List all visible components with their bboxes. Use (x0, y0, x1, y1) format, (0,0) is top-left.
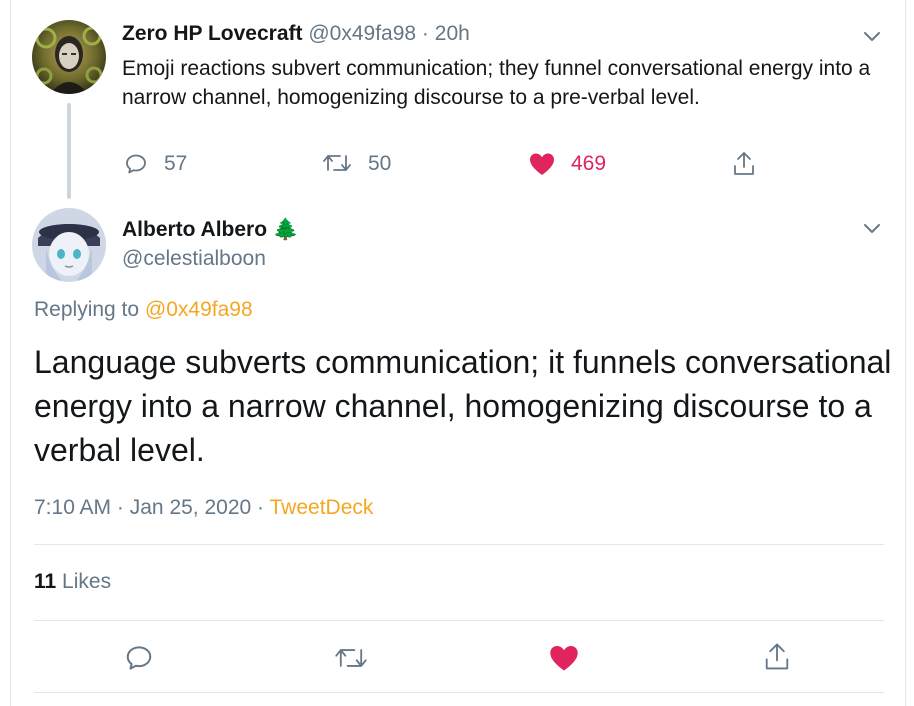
share-icon (734, 152, 754, 175)
retweet-count: 50 (368, 152, 392, 175)
chevron-down-icon[interactable] (862, 218, 882, 238)
share-button[interactable] (762, 641, 792, 673)
tree-emoji: 🌲 (272, 218, 300, 241)
likes-summary[interactable]: 11 Likes (34, 568, 111, 596)
like-button[interactable] (548, 643, 580, 673)
replying-to: Replying to @0x49fa98 (34, 296, 253, 324)
parent-handle[interactable]: @0x49fa98 (308, 22, 416, 45)
reply-icon (126, 154, 146, 174)
frame-border-left (10, 0, 11, 706)
heart-icon (530, 153, 554, 175)
parent-tweet-header: Zero HP Lovecraft @0x49fa98 · 20h (122, 20, 470, 48)
heart-icon (550, 646, 578, 671)
avatar-zero-hp-lovecraft[interactable] (32, 20, 106, 94)
tweet-time[interactable]: 7:10 AM (34, 496, 111, 519)
like-count: 469 (571, 152, 607, 175)
main-display-name-row[interactable]: Alberto Albero 🌲 (122, 216, 299, 244)
parent-time-ago[interactable]: 20h (435, 22, 470, 45)
chevron-down-icon[interactable] (862, 26, 882, 46)
parent-tweet-text: Emoji reactions subvert communication; t… (122, 57, 871, 109)
reply-icon (126, 646, 152, 670)
avatar-alberto-albero[interactable] (32, 208, 106, 282)
share-button[interactable] (731, 150, 757, 178)
tweet-source-link[interactable]: TweetDeck (270, 496, 374, 519)
share-icon (765, 643, 789, 670)
tweet-meta: 7:10 AM · Jan 25, 2020 · TweetDeck (34, 494, 373, 522)
header-separator: · (421, 22, 429, 45)
retweet-icon (335, 649, 367, 667)
main-tweet-text: Language subverts communication; it funn… (34, 344, 892, 468)
reply-button[interactable] (124, 643, 154, 673)
divider (34, 620, 884, 621)
thread-connector-line (67, 103, 71, 199)
reply-count: 57 (164, 152, 188, 175)
main-handle[interactable]: @celestialboon (122, 245, 266, 273)
likes-label: Likes (62, 570, 112, 593)
replying-to-handle-link[interactable]: @0x49fa98 (145, 298, 253, 321)
main-display-name[interactable]: Alberto Albero (122, 218, 267, 241)
tweet-date[interactable]: Jan 25, 2020 (130, 496, 251, 519)
divider (34, 544, 884, 545)
meta-separator: · (116, 496, 124, 519)
reply-button[interactable] (124, 152, 148, 176)
replying-to-label: Replying to (34, 298, 140, 321)
meta-separator: · (257, 496, 265, 519)
frame-border-right (905, 0, 906, 706)
retweet-button[interactable] (334, 643, 368, 673)
likes-count: 11 (34, 570, 57, 593)
like-button[interactable] (528, 151, 556, 177)
divider (34, 692, 884, 693)
parent-display-name[interactable]: Zero HP Lovecraft (122, 22, 303, 45)
retweet-icon (323, 155, 351, 171)
retweet-button[interactable] (322, 150, 352, 176)
